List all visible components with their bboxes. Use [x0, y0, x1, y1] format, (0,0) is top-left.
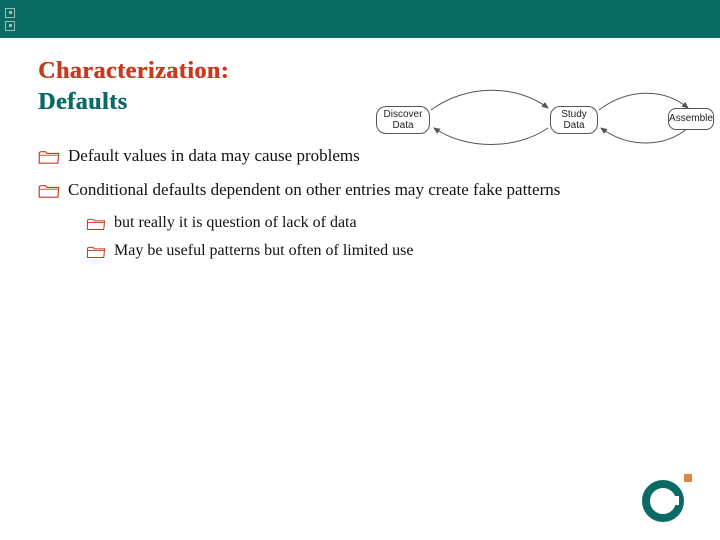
bullet-text: Conditional defaults dependent on other …	[68, 180, 560, 200]
brand-logo	[642, 470, 694, 522]
nav-next-icon[interactable]	[5, 21, 15, 31]
header-bar	[0, 0, 720, 38]
folder-icon	[86, 245, 106, 259]
bullet-item: Conditional defaults dependent on other …	[38, 180, 692, 200]
slide-controls	[0, 0, 20, 38]
sub-bullet-text: May be useful patterns but often of limi…	[114, 242, 413, 260]
diagram-node-assemble: Assemble	[668, 108, 714, 130]
logo-ring-icon	[642, 480, 684, 522]
flow-diagram: Discover Data Study Data Assemble	[366, 78, 714, 156]
sub-bullet-item: May be useful patterns but often of limi…	[86, 242, 692, 260]
bullet-list: Default values in data may cause problem…	[38, 146, 692, 260]
diagram-node-discover: Discover Data	[376, 106, 430, 134]
folder-icon	[86, 217, 106, 231]
nav-prev-icon[interactable]	[5, 8, 15, 18]
sub-bullet-item: but really it is question of lack of dat…	[86, 214, 692, 232]
logo-accent-icon	[684, 474, 692, 482]
folder-icon	[38, 149, 60, 165]
sub-bullet-text: but really it is question of lack of dat…	[114, 214, 357, 232]
diagram-node-study: Study Data	[550, 106, 598, 134]
folder-icon	[38, 183, 60, 199]
bullet-text: Default values in data may cause problem…	[68, 146, 360, 166]
